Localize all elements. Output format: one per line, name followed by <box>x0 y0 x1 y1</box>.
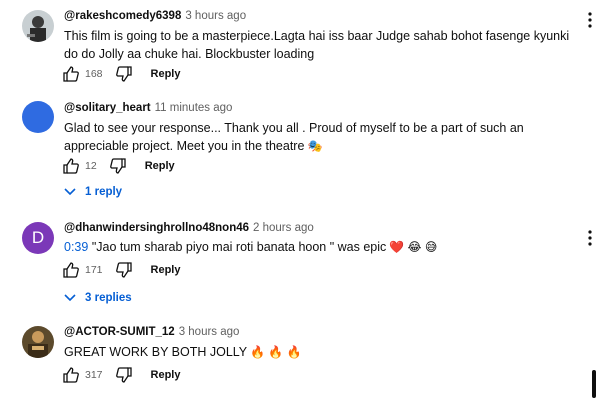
view-replies-button[interactable]: 3 replies <box>64 292 132 304</box>
fire-emoji-group: 🔥 🔥 🔥 <box>250 345 302 359</box>
like-count: 171 <box>85 264 103 276</box>
thumbs-down-icon[interactable] <box>109 157 127 175</box>
comment-text: 0:39 "Jao tum sharab piyo mai roti banat… <box>64 238 574 256</box>
thumbs-up-icon[interactable] <box>62 261 80 279</box>
comment-text: This film is going to be a masterpiece.L… <box>64 29 570 61</box>
thumbs-down-icon[interactable] <box>115 261 133 279</box>
comment-actions: 168 Reply <box>62 64 181 84</box>
thumbs-down-icon[interactable] <box>115 65 133 83</box>
thumbs-up-icon[interactable] <box>62 65 80 83</box>
avatar[interactable] <box>22 10 54 42</box>
author-handle[interactable]: @ACTOR-SUMIT_12 <box>64 326 175 338</box>
comment-text: GREAT WORK BY BOTH JOLLY 🔥 🔥 🔥 <box>64 343 574 361</box>
author-handle[interactable]: @dhanwindersinghrollno48non46 <box>64 222 249 234</box>
chevron-down-icon <box>64 188 76 196</box>
replies-count: 1 reply <box>85 186 123 198</box>
avatar-letter: D <box>31 228 45 247</box>
comment-actions: 317 Reply <box>62 365 181 385</box>
comment-time[interactable]: 3 hours ago <box>179 326 240 338</box>
comment-time[interactable]: 3 hours ago <box>185 10 246 22</box>
like-count: 12 <box>85 160 97 172</box>
author-handle[interactable]: @solitary_heart <box>64 102 151 114</box>
reply-button[interactable]: Reply <box>151 369 181 381</box>
comment-actions: 171 Reply <box>62 260 181 280</box>
comment-meta: @ACTOR-SUMIT_12 3 hours ago <box>64 326 239 338</box>
comment-meta: @solitary_heart 11 minutes ago <box>64 102 232 114</box>
replies-count: 3 replies <box>85 292 132 304</box>
avatar[interactable] <box>22 101 54 133</box>
emoji-group: ❤️ 😂 😅 <box>389 240 438 254</box>
view-replies-button[interactable]: 1 reply <box>64 186 122 198</box>
comment-meta: @rakeshcomedy6398 3 hours ago <box>64 10 246 22</box>
thumbs-up-icon[interactable] <box>62 157 80 175</box>
like-count: 317 <box>85 369 103 381</box>
reply-button[interactable]: Reply <box>151 264 181 276</box>
comment-text: Glad to see your response... Thank you a… <box>64 119 574 155</box>
comment-time[interactable]: 2 hours ago <box>253 222 314 234</box>
author-handle[interactable]: @rakeshcomedy6398 <box>64 10 181 22</box>
timestamp-link[interactable]: 0:39 <box>64 240 88 254</box>
avatar[interactable]: D <box>22 222 54 254</box>
performing-arts-emoji: 🎭 <box>307 139 323 153</box>
scrollbar-thumb[interactable] <box>592 370 596 398</box>
more-options-icon[interactable] <box>588 12 592 28</box>
comment-time[interactable]: 11 minutes ago <box>155 102 233 114</box>
like-count: 168 <box>85 68 103 80</box>
reply-button[interactable]: Reply <box>145 160 175 172</box>
comment-body: "Jao tum sharab piyo mai roti banata hoo… <box>88 240 387 254</box>
chevron-down-icon <box>64 294 76 302</box>
comment-body: Glad to see your response... Thank you a… <box>64 121 524 153</box>
more-options-icon[interactable] <box>588 230 592 246</box>
comment-meta: @dhanwindersinghrollno48non46 2 hours ago <box>64 222 314 234</box>
reply-button[interactable]: Reply <box>151 68 181 80</box>
thumbs-down-icon[interactable] <box>115 366 133 384</box>
thumbs-up-icon[interactable] <box>62 366 80 384</box>
comment-actions: 12 Reply <box>62 156 175 176</box>
avatar[interactable] <box>22 326 54 358</box>
comment-body: GREAT WORK BY BOTH JOLLY <box>64 345 248 359</box>
